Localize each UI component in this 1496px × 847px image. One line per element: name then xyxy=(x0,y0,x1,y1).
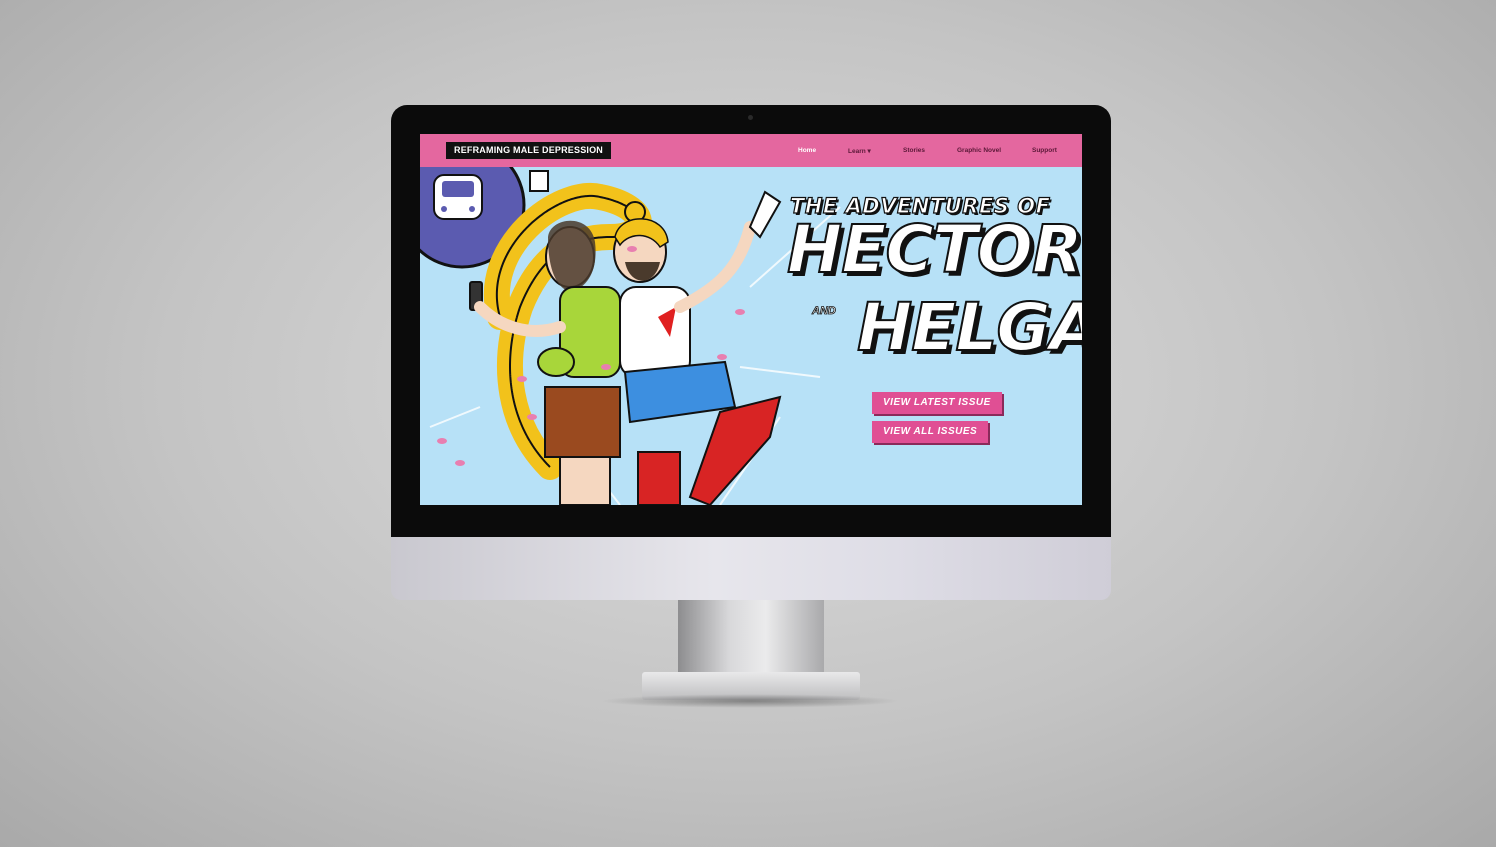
hero-title-helga: HELGA xyxy=(856,289,1082,366)
monitor-chin xyxy=(391,537,1111,600)
website-screen: REFRAMING MALE DEPRESSION Home Learn ▾ S… xyxy=(420,134,1082,505)
top-navbar: REFRAMING MALE DEPRESSION Home Learn ▾ S… xyxy=(420,134,1082,167)
view-latest-issue-button[interactable]: VIEW LATEST ISSUE xyxy=(872,392,1002,414)
stand-shadow xyxy=(600,694,900,708)
imac-mockup: REFRAMING MALE DEPRESSION Home Learn ▾ S… xyxy=(0,0,1496,847)
hero-banner: THE ADVENTURES OF HECTOR AND HELGA VIEW … xyxy=(420,167,1082,505)
nav-stories[interactable]: Stories xyxy=(903,147,925,154)
nav-graphic-novel[interactable]: Graphic Novel xyxy=(957,147,1001,154)
nav-support[interactable]: Support xyxy=(1032,147,1057,154)
hero-title-and: AND xyxy=(812,305,837,318)
site-brand[interactable]: REFRAMING MALE DEPRESSION xyxy=(446,142,612,159)
helga-figure xyxy=(613,190,782,505)
hero-title-hector: HECTOR xyxy=(786,211,1082,288)
nav-home[interactable]: Home xyxy=(798,147,816,154)
view-all-issues-button[interactable]: VIEW ALL ISSUES xyxy=(872,421,989,443)
nav-learn[interactable]: Learn ▾ xyxy=(848,147,871,155)
webcam xyxy=(748,115,753,120)
